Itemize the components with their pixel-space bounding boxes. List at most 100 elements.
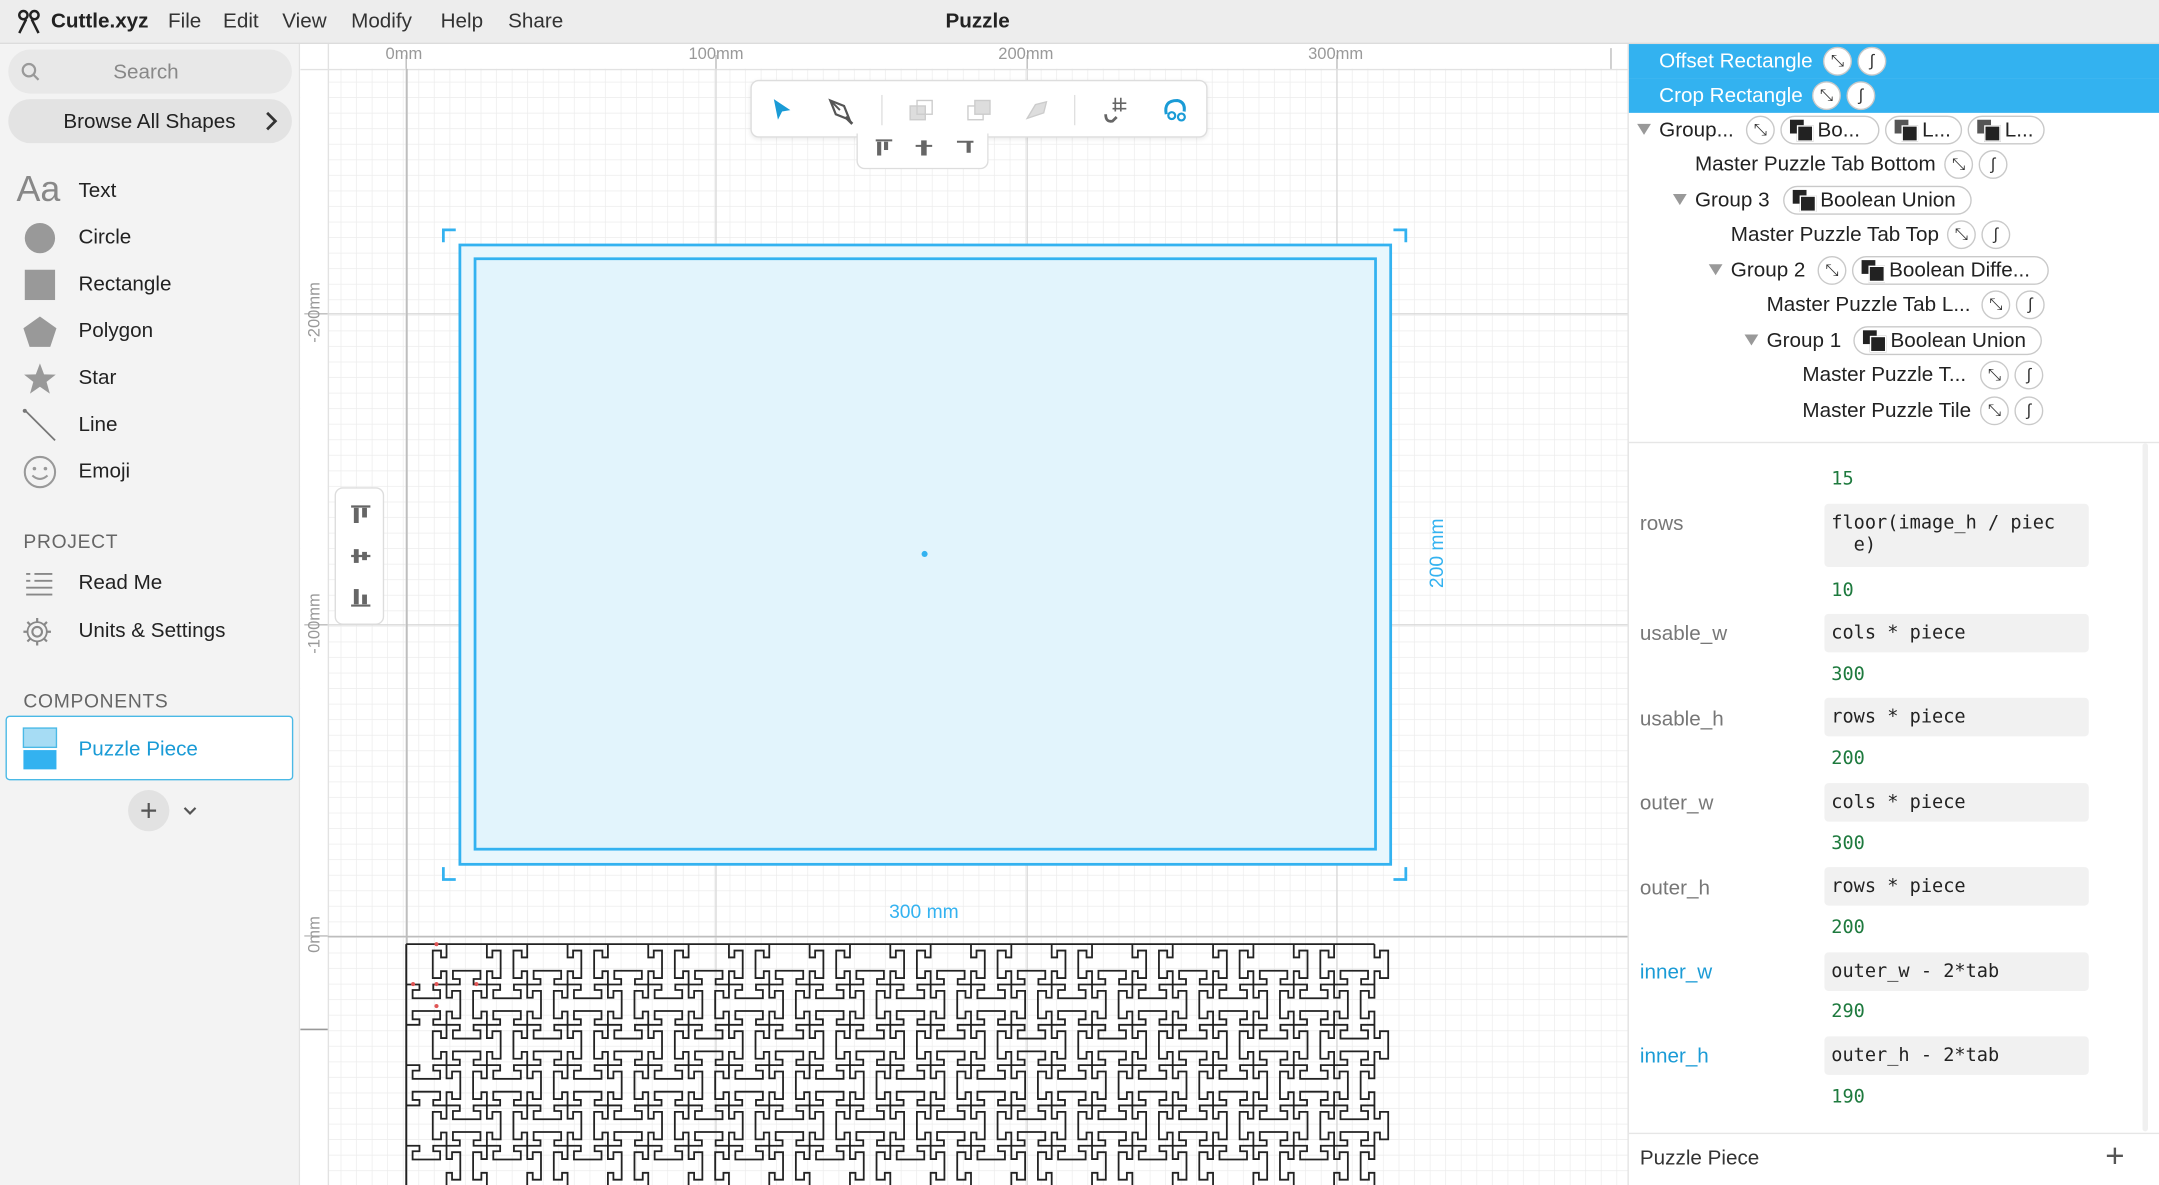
layer-group[interactable]: Group... ⤡ Bo... L... L... xyxy=(1629,113,2159,147)
shape-label: Emoji xyxy=(78,459,131,484)
repeat-icon[interactable]: ⤡ xyxy=(1981,290,2011,320)
bring-forward-icon[interactable] xyxy=(906,96,936,124)
emoji-icon xyxy=(23,455,57,489)
browse-all-shapes-button[interactable]: Browse All Shapes xyxy=(8,99,292,144)
shape-text[interactable]: Aa Text xyxy=(0,167,300,214)
layer-offset-rectangle[interactable]: Offset Rectangle ⤡ ∫ xyxy=(1628,44,2159,79)
layer-master-puzzle-tile[interactable]: Master Puzzle Tile ⤡ ∫ xyxy=(1629,394,2159,428)
document-title[interactable]: Puzzle xyxy=(0,10,1955,33)
param-expression-outer-h[interactable]: rows * piece xyxy=(1824,867,2089,906)
shape-label: Line xyxy=(78,412,118,437)
boolean-union-pill[interactable]: Boolean Union xyxy=(1783,185,1972,215)
shape-circle[interactable]: Circle xyxy=(0,213,300,260)
layer-master-puzzle-tab-top[interactable]: Master Puzzle Tab Top ⤡ ∫ xyxy=(1629,217,2159,251)
gear-icon xyxy=(23,617,51,646)
repeat-icon[interactable]: ⤡ xyxy=(1944,150,1974,179)
shape-emoji[interactable]: Emoji xyxy=(0,447,300,494)
align-middle-icon[interactable] xyxy=(913,138,935,160)
collapse-triangle-icon[interactable] xyxy=(1744,334,1759,346)
layer-label: Group 1 xyxy=(1766,328,1842,353)
boolean-pill[interactable]: Bo... xyxy=(1780,115,1880,145)
canvas[interactable]: 0mm 100mm 200mm 300mm -200mm -100mm 0mm … xyxy=(300,44,1628,1185)
component-puzzle-piece[interactable]: Puzzle Piece xyxy=(5,715,294,781)
chevron-down-icon[interactable] xyxy=(183,807,197,817)
component-footer: Puzzle Piece + xyxy=(1628,1132,2159,1185)
layer-master-puzzle-tab-l[interactable]: Master Puzzle Tab L... ⤡ ∫ xyxy=(1629,288,2159,322)
repeat-icon[interactable]: ⤡ xyxy=(1812,81,1841,111)
layers-tree: Offset Rectangle ⤡ ∫ Crop Rectangle ⤡ ∫ … xyxy=(1628,44,2159,444)
modifier-icon[interactable]: ∫ xyxy=(2014,360,2044,390)
line-icon xyxy=(22,408,56,442)
transform-icon[interactable] xyxy=(1022,96,1052,124)
layer-pill[interactable]: L... xyxy=(1967,115,2045,145)
param-expression-usable-w[interactable]: cols * piece xyxy=(1824,613,2089,653)
align-bottom-edge-icon[interactable] xyxy=(348,585,373,610)
layer-master-puzzle-t[interactable]: Master Puzzle T... ⤡ ∫ xyxy=(1629,358,2159,392)
add-parameter-button[interactable]: + xyxy=(2105,1138,2124,1177)
repeat-icon[interactable]: ⤡ xyxy=(1745,115,1775,145)
param-name-inner-h: inner_h xyxy=(1639,1044,1709,1069)
search-input[interactable]: Search xyxy=(8,49,292,94)
layer-group-3[interactable]: Group 3 Boolean Union xyxy=(1629,183,2159,217)
layer-pill[interactable]: L... xyxy=(1884,115,1963,145)
layer-label: Crop Rectangle xyxy=(1659,83,1803,108)
ruler-x-label-100: 100mm xyxy=(688,44,744,64)
right-panel: Offset Rectangle ⤡ ∫ Crop Rectangle ⤡ ∫ … xyxy=(1627,44,2159,1185)
shape-line[interactable]: Line xyxy=(0,401,300,448)
repeat-icon[interactable]: ⤡ xyxy=(1817,255,1847,285)
param-name-outer-w: outer_w xyxy=(1639,791,1714,815)
align-top-edge-icon[interactable] xyxy=(348,502,373,527)
repeat-icon[interactable]: ⤡ xyxy=(1823,46,1852,76)
layer-master-puzzle-tab-bottom[interactable]: Master Puzzle Tab Bottom ⤡ ∫ xyxy=(1629,147,2159,181)
param-name-rows: rows xyxy=(1639,511,1684,536)
param-value-inner-w: 290 xyxy=(1831,1000,1865,1023)
modifier-icon[interactable]: ∫ xyxy=(1978,150,2008,179)
add-component-button[interactable]: + xyxy=(128,790,170,832)
canvas-toolbar xyxy=(750,79,1208,138)
component-label: Puzzle Piece xyxy=(78,737,198,762)
layer-label: Master Puzzle Tab L... xyxy=(1766,293,1971,317)
shape-label: Text xyxy=(78,178,117,203)
param-expression-inner-w[interactable]: outer_w - 2*tab xyxy=(1824,952,2089,991)
shape-star[interactable]: Star xyxy=(0,354,300,401)
boolean-difference-pill[interactable]: Boolean Diffe... xyxy=(1851,255,2049,285)
shape-rectangle[interactable]: Rectangle xyxy=(0,260,300,307)
layer-group-2[interactable]: Group 2 ⤡ Boolean Diffe... xyxy=(1629,253,2159,287)
horizontal-ruler[interactable] xyxy=(300,44,1628,69)
param-expression-inner-h[interactable]: outer_h - 2*tab xyxy=(1824,1036,2089,1075)
modifier-icon[interactable]: ∫ xyxy=(1846,81,1876,111)
snap-grid-icon[interactable] xyxy=(1102,95,1132,125)
selected-rectangles[interactable] xyxy=(441,228,1408,881)
modifier-icon[interactable]: ∫ xyxy=(2014,396,2044,426)
modifier-icon[interactable]: ∫ xyxy=(1857,46,1887,76)
param-expression-outer-w[interactable]: cols * piece xyxy=(1824,783,2089,822)
repeat-icon[interactable]: ⤡ xyxy=(1979,396,2009,426)
collapse-triangle-icon[interactable] xyxy=(1708,264,1723,276)
layer-group-1[interactable]: Group 1 Boolean Union xyxy=(1629,323,2159,357)
collapse-triangle-icon[interactable] xyxy=(1637,123,1651,135)
snap-magnet-icon[interactable] xyxy=(1159,95,1189,125)
params-scrollbar[interactable] xyxy=(2142,443,2148,1132)
repeat-icon[interactable]: ⤡ xyxy=(1979,360,2009,390)
align-center-vertical-icon[interactable] xyxy=(348,544,373,569)
param-value-outer-h: 200 xyxy=(1831,916,1865,939)
shape-polygon[interactable]: Polygon xyxy=(0,307,300,354)
select-tool-icon[interactable] xyxy=(770,96,795,124)
layer-label: Master Puzzle Tab Top xyxy=(1730,222,1939,247)
project-read-me[interactable]: Read Me xyxy=(0,559,300,606)
modifier-icon[interactable]: ∫ xyxy=(1981,220,2011,250)
align-bottom-icon[interactable] xyxy=(954,138,976,160)
param-expression-usable-h[interactable]: rows * piece xyxy=(1824,697,2089,737)
boolean-union-pill[interactable]: Boolean Union xyxy=(1853,326,2042,356)
send-backward-icon[interactable] xyxy=(964,96,994,124)
pen-tool-icon[interactable] xyxy=(825,95,855,125)
star-icon xyxy=(24,363,56,394)
param-expression-rows[interactable]: floor(image_h / piec e) xyxy=(1824,503,2089,568)
collapse-triangle-icon[interactable] xyxy=(1672,194,1687,206)
layer-crop-rectangle[interactable]: Crop Rectangle ⤡ ∫ xyxy=(1628,78,2159,113)
align-top-icon[interactable] xyxy=(873,138,895,160)
project-units-settings[interactable]: Units & Settings xyxy=(0,607,300,654)
repeat-icon[interactable]: ⤡ xyxy=(1946,220,1976,250)
canvas-drawing[interactable] xyxy=(300,44,1628,1185)
modifier-icon[interactable]: ∫ xyxy=(2015,290,2045,320)
